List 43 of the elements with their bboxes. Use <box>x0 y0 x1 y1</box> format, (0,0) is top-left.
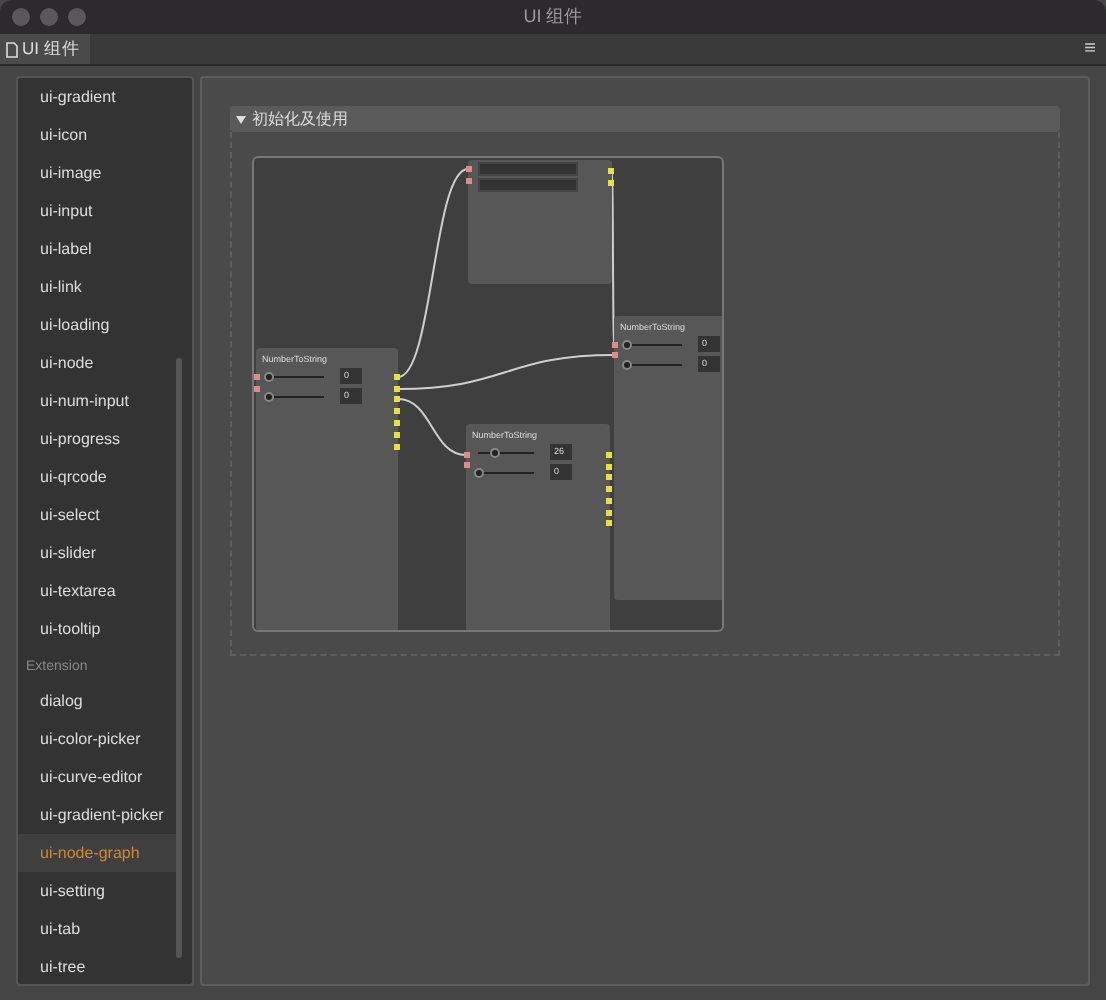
graph-node[interactable] <box>468 160 612 284</box>
menu-button[interactable]: ≡ <box>1074 34 1106 64</box>
sidebar-item[interactable]: ui-icon <box>18 116 182 154</box>
sidebar-item[interactable]: ui-textarea <box>18 572 182 610</box>
section-header[interactable]: 初始化及使用 <box>230 106 1060 132</box>
sidebar-item[interactable]: ui-node-graph <box>18 834 182 872</box>
zoom-window-button[interactable] <box>68 8 86 26</box>
slider-thumb[interactable] <box>474 468 484 478</box>
sidebar-item[interactable]: ui-num-input <box>18 382 182 420</box>
sidebar-item[interactable]: ui-loading <box>18 306 182 344</box>
sidebar-item[interactable]: ui-gradient <box>18 78 182 116</box>
tab[interactable]: UI 组件 <box>0 34 90 64</box>
slider-thumb[interactable] <box>264 392 274 402</box>
input-field[interactable] <box>478 178 578 192</box>
slider-thumb[interactable] <box>622 360 632 370</box>
scrollbar-thumb[interactable] <box>176 358 182 958</box>
slider-thumb[interactable] <box>622 340 632 350</box>
sidebar-item[interactable]: ui-select <box>18 496 182 534</box>
sidebar-item[interactable]: ui-link <box>18 268 182 306</box>
sidebar-item[interactable]: ui-node <box>18 344 182 382</box>
sidebar-item[interactable]: ui-curve-editor <box>18 758 182 796</box>
sidebar-item[interactable]: ui-progress <box>18 420 182 458</box>
sidebar-item[interactable]: ui-gradient-picker <box>18 796 182 834</box>
sidebar-item[interactable]: ui-setting <box>18 872 182 910</box>
sidebar-item[interactable]: ui-color-picker <box>18 720 182 758</box>
close-window-button[interactable] <box>12 8 30 26</box>
input-field[interactable] <box>478 162 578 176</box>
sidebar-item[interactable]: ui-image <box>18 154 182 192</box>
slider-thumb[interactable] <box>490 448 501 458</box>
sidebar-item[interactable]: ui-tree <box>18 948 182 984</box>
sidebar-item[interactable]: ui-input <box>18 192 182 230</box>
caret-icon <box>236 115 246 123</box>
sidebar-item[interactable]: ui-label <box>18 230 182 268</box>
sidebar-item[interactable]: dialog <box>18 682 182 720</box>
window-title: UI 组件 <box>523 6 583 26</box>
sidebar-item[interactable]: ui-tab <box>18 910 182 948</box>
sidebar-item[interactable]: ui-tooltip <box>18 610 182 648</box>
minimize-window-button[interactable] <box>40 8 58 26</box>
sidebar-item[interactable]: ui-slider <box>18 534 182 572</box>
wire <box>397 398 467 456</box>
slider-thumb[interactable] <box>264 372 274 382</box>
sidebar-item[interactable]: ui-qrcode <box>18 458 182 496</box>
file-icon <box>6 41 18 57</box>
